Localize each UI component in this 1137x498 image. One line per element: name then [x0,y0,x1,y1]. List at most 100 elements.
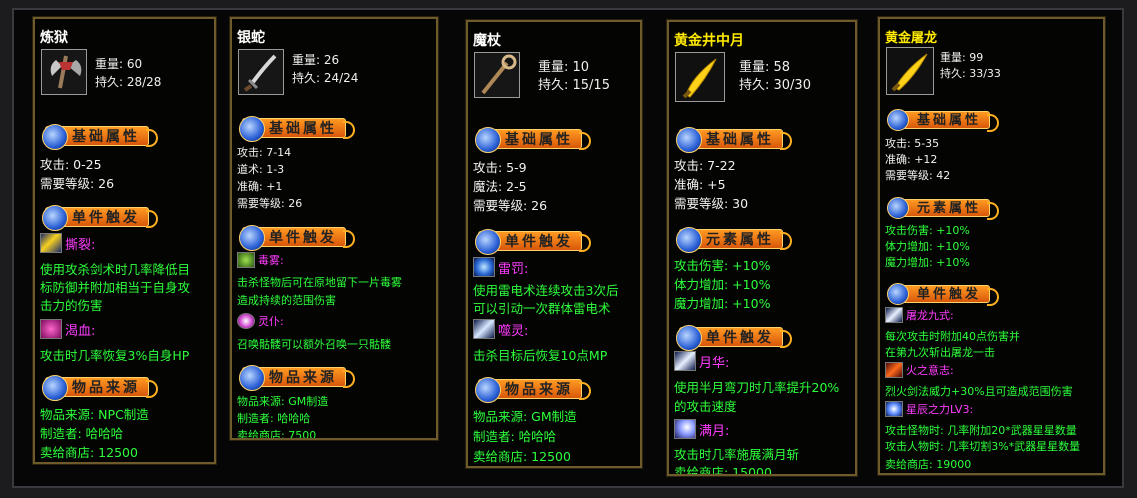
skill-desc: 攻击怪物时: 几率附加20*武器星星数量 [885,424,1077,437]
skill-desc: 每次攻击时附加40点伤害并 [885,330,1020,343]
source-line: 卖给商店: 7500 [237,429,317,440]
skill-desc: 烈火剑法威力+30%且可造成范围伤害 [885,385,1073,398]
header-label: 基础属性 [505,132,573,148]
skill-fire-will: 火之意志: [885,362,954,378]
orb-icon [42,205,68,231]
header-label: 物品来源 [505,382,573,398]
skill-desc: 攻击时几率恢复3%自身HP [40,348,190,363]
orb-icon [239,116,265,142]
stat-line: 攻击: 7-22 [674,158,736,173]
orb-icon [676,127,702,153]
flourish-icon [987,202,1000,220]
orb-icon [887,283,909,305]
skill-desc: 攻击人物时: 几率切割3%*武器星星数量 [885,440,1081,453]
orb-icon [887,197,909,219]
element-line: 体力增加: +10% [885,240,970,253]
flourish-icon [579,382,591,400]
skill-desc: 可以引动一次群体雷电术 [473,301,611,316]
base-attributes-header: 基础属性 [42,124,158,150]
moon-slash-skill-icon [674,351,696,371]
skill-dragon-nine: 屠龙九式: [885,307,954,323]
set-trigger-header: 单件触发 [676,325,792,351]
skill-name: 月华: [699,355,730,371]
item-source-header: 物品来源 [239,365,355,391]
base-attributes-header: 基础属性 [239,116,355,142]
skill-name: 灵仆: [258,315,284,328]
orb-icon [676,227,702,253]
skill-desc: 使用雷电术连续攻击3次后 [473,283,619,298]
stat-line: 攻击: 0-25 [40,157,102,172]
item-tooltip-huangjin-jingzhongyue: 黄金井中月 重量: 58 持久: 30/30 基础属性 攻击: 7-22 准确:… [666,19,858,477]
element-attributes-header: 元素属性 [887,197,1000,220]
element-line: 攻击伤害: +10% [885,224,970,237]
skill-moon-glow: 月华: [674,351,729,371]
skill-name: 满月: [699,423,730,439]
stat-line: 需要等级: 30 [674,196,749,211]
stat-line: 准确: +1 [237,180,283,193]
header-label: 单件触发 [706,330,774,346]
flourish-icon [780,132,792,150]
thunder-skill-icon [473,257,495,277]
stat-line: 魔法: 2-5 [473,179,527,194]
spirit-drain-skill-icon [473,319,495,339]
flourish-icon [579,132,591,150]
header-label: 单件触发 [917,287,982,302]
skill-name: 渴血: [65,323,96,339]
flourish-icon [987,114,1000,132]
item-tooltip-mozhang: 魔杖 重量: 10 持久: 15/15 基础属性 攻击: 5-9 魔法: 2-5… [465,19,643,469]
flourish-icon [780,232,792,250]
skill-full-moon: 满月: [674,419,729,439]
skill-desc: 击力的伤害 [40,298,103,313]
sword-icon [238,49,284,95]
source-line: 卖给商店: 12500 [473,449,571,464]
skill-desc: 击杀怪物后可在原地留下一片毒雾 [237,276,402,289]
source-line: 制造者: 哈哈哈 [40,426,124,441]
flourish-icon [780,330,792,348]
element-line: 魔力增加: +10% [674,296,771,311]
item-tooltip-lianyu: 炼狱 重量: 60 持久: 28/28 基础属性 攻击: 0-25 需要等级: … [32,16,217,465]
base-attributes-header: 基础属性 [676,127,792,153]
orb-icon [475,377,501,403]
golden-blade-icon [675,52,725,102]
skill-desc: 击杀目标后恢复10点MP [473,348,608,363]
weight-stat: 重量: 10 [538,60,590,75]
stat-line: 攻击: 5-35 [885,137,940,150]
stat-line: 准确: +5 [674,177,726,192]
orb-icon [475,127,501,153]
stat-line: 需要等级: 26 [473,198,548,213]
flourish-icon [343,230,355,248]
durability-stat: 持久: 15/15 [538,78,610,93]
skill-star-power: 星辰之力LV3: [885,401,973,417]
item-source-header: 物品来源 [475,377,591,403]
flourish-icon [146,129,158,147]
source-line: 卖给商店: 15000 [674,465,772,476]
orb-icon [42,124,68,150]
golden-sword-icon [886,47,934,95]
durability-stat: 持久: 24/24 [292,71,359,85]
item-title: 魔杖 [473,33,501,49]
set-trigger-header: 单件触发 [42,205,158,231]
orb-icon [239,225,265,251]
star-skill-icon [885,401,903,417]
skill-name: 撕裂: [65,237,96,253]
stat-line: 道术: 1-3 [237,163,285,176]
axe-icon [41,49,87,95]
stat-line: 需要等级: 26 [40,176,115,191]
header-label: 物品来源 [72,380,140,396]
source-line: 物品来源: GM制造 [237,395,329,408]
weight-stat: 重量: 26 [292,53,340,67]
flourish-icon [343,370,355,388]
set-trigger-header: 单件触发 [887,283,1000,306]
element-line: 魔力增加: +10% [885,256,970,269]
stat-line: 攻击: 5-9 [473,160,527,175]
stat-line: 准确: +12 [885,153,938,166]
skill-tear: 撕裂: [40,233,95,253]
source-line: 物品来源: NPC制造 [40,407,149,422]
flourish-icon [987,288,1000,306]
stat-line: 需要等级: 26 [237,197,303,210]
header-label: 单件触发 [72,210,140,226]
staff-icon [474,52,520,98]
element-line: 攻击伤害: +10% [674,258,771,273]
item-tooltip-huangjin-tulong: 黄金屠龙 重量: 99 持久: 33/33 基础属性 攻击: 5-35 准确: … [877,16,1106,476]
durability-stat: 持久: 33/33 [940,67,1001,80]
